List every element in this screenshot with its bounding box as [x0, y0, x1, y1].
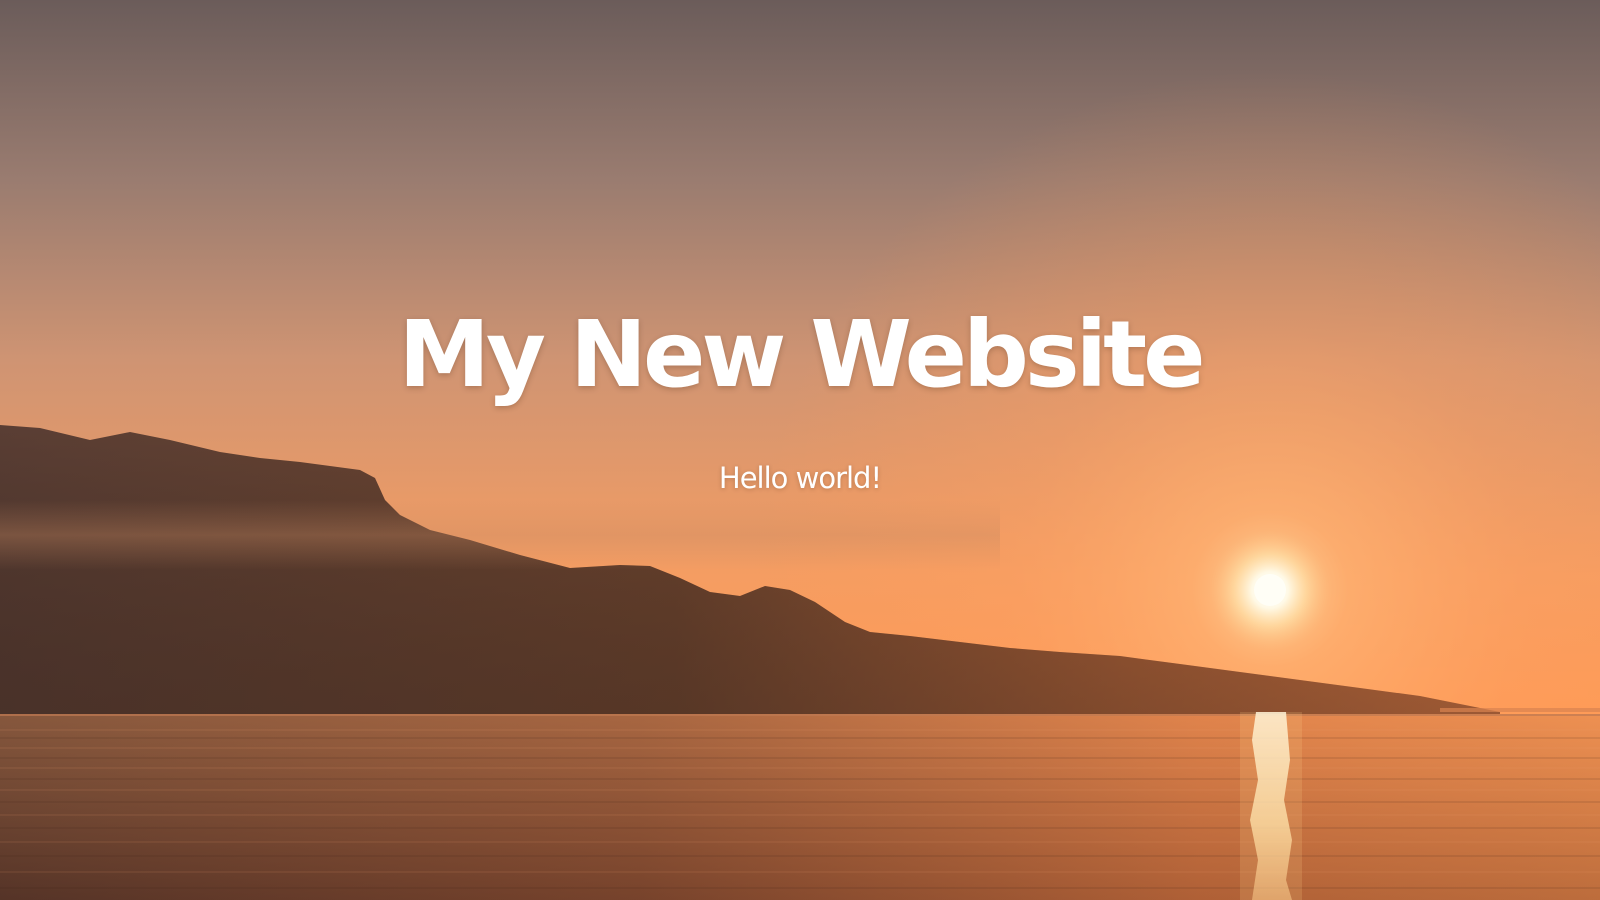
hero-section: My New Website Hello world! [0, 0, 1600, 900]
hero-background-image [0, 0, 1600, 900]
